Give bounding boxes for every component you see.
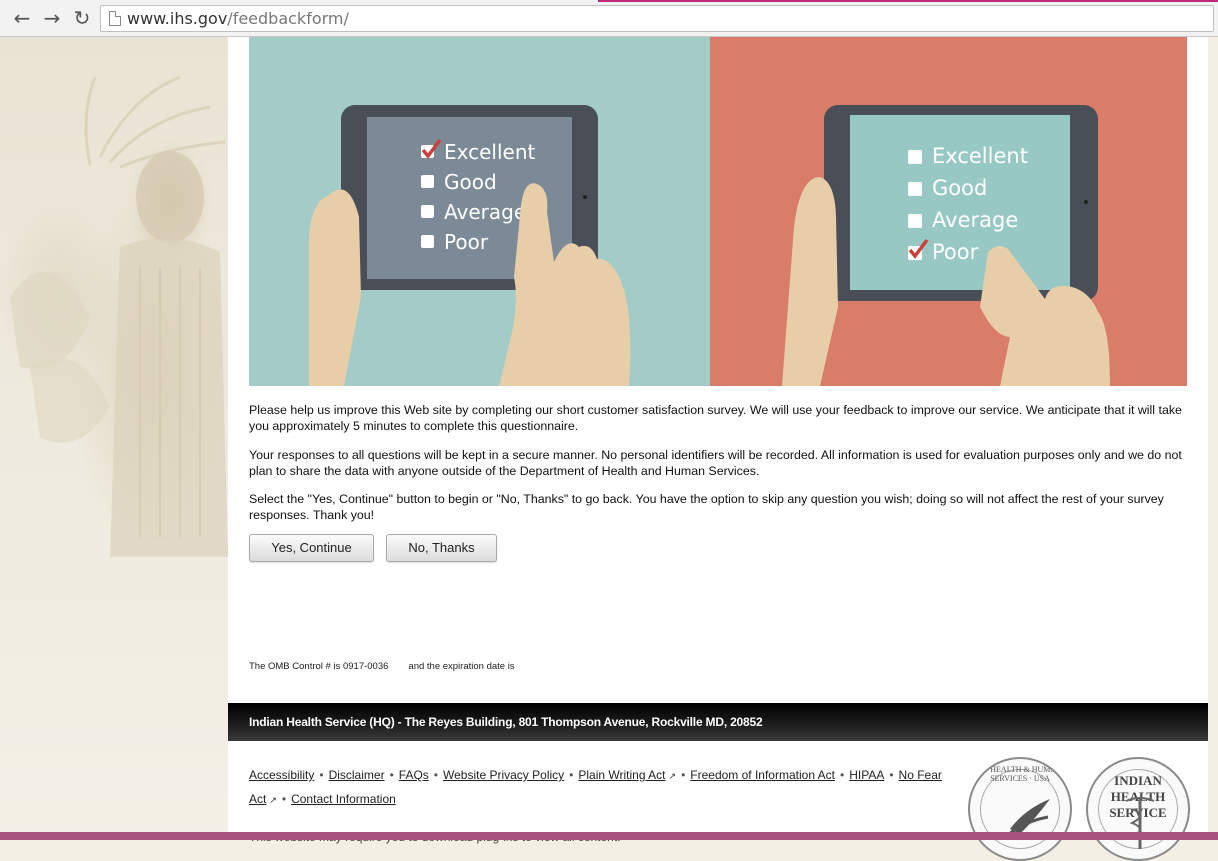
footer-link-privacy-policy[interactable]: Website Privacy Policy — [443, 768, 564, 782]
footer-address: Indian Health Service (HQ) - The Reyes B… — [249, 715, 763, 729]
separator-dot: • — [281, 792, 287, 806]
active-tab-indicator — [598, 0, 1218, 2]
hero-left-option-3: Average — [444, 200, 526, 224]
separator-dot: • — [681, 768, 686, 782]
external-link-icon: ↗ — [668, 771, 677, 781]
hero-left-option-4: Poor — [444, 230, 489, 254]
footer-link-no-fear-act-cont[interactable]: Act — [249, 792, 266, 806]
omb-expiration: and the expiration date is — [408, 661, 515, 672]
footer-link-faqs[interactable]: FAQs — [399, 768, 429, 782]
omb-info: The OMB Control # is 0917-0036 and the ex… — [249, 661, 515, 672]
separator-dot: • — [889, 768, 894, 782]
omb-control-number: The OMB Control # is 0917-0036 — [249, 661, 389, 672]
intro-paragraph-2: Your responses to all questions will be … — [249, 448, 1182, 478]
hero-right-option-2: Good — [932, 176, 987, 200]
hhs-eagle-icon — [1004, 799, 1050, 839]
external-link-icon: ↗ — [269, 795, 277, 805]
separator-dot: • — [840, 768, 845, 782]
background-illustration — [10, 75, 228, 557]
yes-continue-button[interactable]: Yes, Continue — [249, 534, 374, 562]
footer-link-contact[interactable]: Contact Information — [291, 792, 396, 806]
separator-dot: • — [389, 768, 394, 782]
hero-left-option-1: Excellent — [444, 140, 536, 164]
background-decor — [0, 37, 228, 840]
no-thanks-button[interactable]: No, Thanks — [386, 534, 497, 562]
intro-paragraph-1: Please help us improve this Web site by … — [249, 403, 1182, 433]
intro-paragraph-3: Select the "Yes, Continue" button to beg… — [249, 492, 1164, 522]
tablet-illustration-excellent: Excellent Good Average Poor — [309, 105, 631, 386]
arrow-right-icon[interactable]: → — [40, 7, 64, 31]
separator-dot: • — [319, 768, 324, 782]
url-text[interactable]: www.ihs.gov/feedbackform/ — [127, 9, 349, 28]
footer-link-plain-writing-act[interactable]: Plain Writing Act — [578, 768, 665, 782]
hero-right-panel: Excellent Good Average Poor — [710, 37, 1187, 386]
hero-left-option-2: Good — [444, 170, 497, 194]
footer-link-foia[interactable]: Freedom of Information Act — [690, 768, 835, 782]
address-bar[interactable]: www.ihs.gov/feedbackform/ — [100, 5, 1214, 32]
main-content: Excellent Good Average Poor Excellent Go… — [228, 37, 1208, 861]
hero-banner: Excellent Good Average Poor Excellent Go… — [249, 37, 1187, 386]
url-host: www.ihs.gov — [127, 9, 228, 28]
hhs-seal-logo[interactable]: OF HEALTH & HUMAN SERVICES · USA — [968, 757, 1072, 861]
tablet-illustration-poor: Excellent Good Average Poor — [782, 105, 1110, 386]
footer-link-disclaimer[interactable]: Disclaimer — [329, 768, 385, 782]
browser-toolbar: ← → ↻ www.ihs.gov/feedbackform/ — [0, 0, 1218, 37]
ihs-seal-logo[interactable]: INDIAN HEALTH SERVICE — [1086, 757, 1190, 861]
footer-links: Accessibility • Disclaimer • FAQs • Website Pr… — [249, 764, 949, 812]
right-gutter — [1208, 37, 1218, 840]
arrow-left-icon[interactable]: ← — [10, 7, 34, 31]
reload-icon[interactable]: ↻ — [70, 7, 94, 31]
footer-address-bar: Indian Health Service (HQ) - The Reyes B… — [228, 703, 1208, 741]
footer-link-accessibility[interactable]: Accessibility — [249, 768, 314, 782]
footer-link-hipaa[interactable]: HIPAA — [849, 768, 884, 782]
url-path: /feedbackform/ — [227, 9, 349, 28]
hero-right-option-4: Poor — [932, 240, 979, 264]
hero-right-option-1: Excellent — [932, 144, 1028, 168]
separator-dot: • — [569, 768, 574, 782]
separator-dot: • — [433, 768, 438, 782]
taskbar-strip — [0, 832, 1218, 840]
footer-link-no-fear-act[interactable]: No Fear — [899, 768, 942, 782]
hero-right-option-3: Average — [932, 208, 1018, 232]
caduceus-icon — [1125, 797, 1155, 849]
hero-left-panel: Excellent Good Average Poor — [249, 37, 710, 386]
page-icon — [109, 11, 121, 26]
